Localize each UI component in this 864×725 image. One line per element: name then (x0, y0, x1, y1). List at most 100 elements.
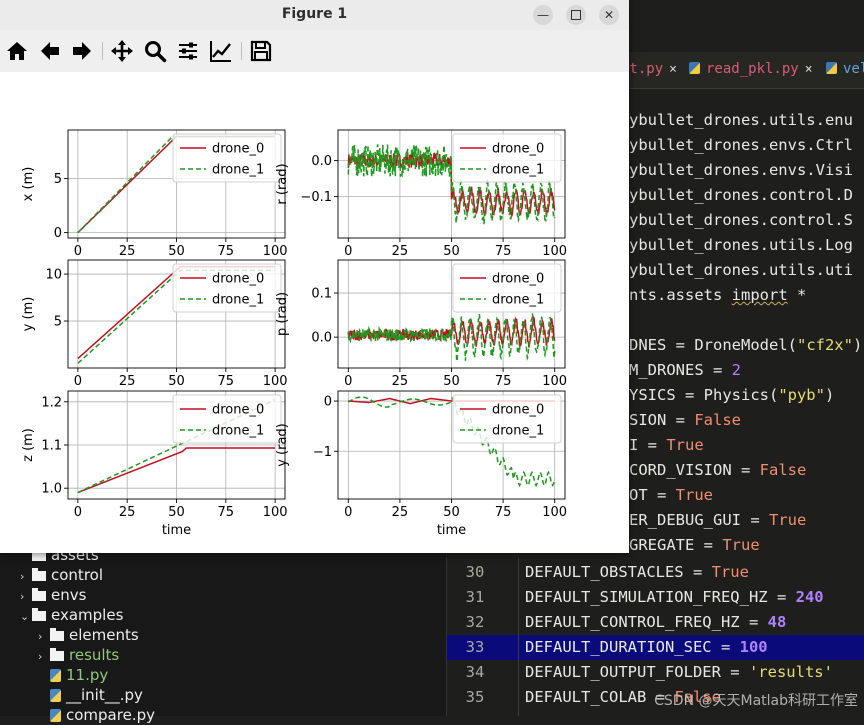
legend-label: drone_1 (212, 293, 264, 308)
code-line: ybullet_drones.control.D (629, 186, 853, 204)
legend: drone_0 drone_1 (452, 263, 562, 313)
forward-icon[interactable] (70, 39, 94, 63)
code-line: DEFAULT_OBSTACLES = True (525, 560, 749, 585)
y-tick-label: 5 (54, 172, 62, 187)
x-tick-label: 25 (392, 505, 409, 520)
x-tick-label: 0 (74, 244, 82, 259)
code-line: DEFAULT_DURATION_SEC = 100 (525, 635, 768, 660)
file-tree-label: envs (51, 586, 87, 604)
code-name: DEFAULT_OBSTACLES = (525, 563, 712, 581)
code-keyword: import (731, 286, 788, 304)
subplot-4: 0 25 50 75 100 0.0 0.1 p (rad) drone_0 drone_1 (275, 259, 567, 389)
folder-icon (50, 648, 64, 661)
file-tree-item[interactable]: 11.py (38, 665, 108, 685)
maximize-button[interactable] (566, 5, 586, 25)
figure-window: Figure 1 — ✕ 0 25 50 75 100 0 5 x (m) dr… (0, 0, 629, 553)
subplot-grid[interactable]: 0 25 50 75 10005x (m)drone_0drone_10 25 50 75 10… (0, 72, 629, 553)
file-tree-item[interactable]: __init__.py (38, 685, 143, 705)
line-number: 32 (465, 613, 485, 631)
back-icon[interactable] (38, 39, 62, 63)
toolbar-separator (241, 42, 242, 60)
tab-label: read_pkl.py (706, 61, 799, 77)
edit-axes-icon[interactable] (209, 39, 233, 63)
figure-canvas[interactable]: 0 25 50 75 100 0 5 x (m) drone_0 drone_1 0 25 50 75 10… (0, 72, 629, 553)
file-tree-item[interactable]: › results (38, 645, 119, 665)
home-icon[interactable] (5, 39, 29, 63)
chevron-icon: › (38, 630, 43, 643)
window-titlebar[interactable]: Figure 1 — ✕ (0, 0, 629, 30)
x-tick-label: 75 (495, 505, 512, 520)
code-value: "pyb" (778, 386, 825, 404)
code-line: ybullet_drones.envs.Visi (629, 161, 853, 179)
y-tick-label: 0 (324, 395, 332, 410)
code-value: True (666, 436, 704, 454)
code-line: DNES = DroneModel("cf2x") (629, 333, 862, 358)
editor-tab-read-pkl[interactable]: read_pkl.py × (689, 61, 813, 77)
chevron-icon: › (38, 650, 43, 663)
editor-tab-st[interactable]: st.py × (621, 61, 677, 77)
code-value: True (711, 563, 749, 581)
code-value: 'results' (748, 663, 833, 681)
code-value: False (759, 461, 807, 479)
x-tick-label: 100 (263, 374, 288, 389)
python-file-icon (689, 62, 700, 74)
code-name: DEFAULT_DURATION_SEC = (525, 638, 740, 656)
y-axis-label: r (rad) (275, 163, 290, 204)
code-name: M_DRONES = (629, 361, 732, 379)
y-tick-label: 5 (54, 315, 62, 330)
x-tick-label: 100 (542, 505, 567, 520)
code-line: I = True (629, 433, 704, 458)
line-number: 34 (465, 663, 485, 681)
code-text: nts.assets (629, 286, 732, 304)
code-line: ybullet_drones.utils.uti (629, 261, 853, 279)
chevron-icon: ⌄ (20, 610, 30, 623)
file-tree-item[interactable]: › elements (38, 625, 139, 645)
legend-label: drone_0 (492, 272, 544, 287)
tab-close-icon[interactable]: × (669, 62, 677, 77)
configure-subplots-icon[interactable] (176, 39, 200, 63)
y-tick-label: 1.0 (41, 482, 62, 497)
minimize-icon: — (537, 8, 549, 22)
y-axis-label: y (rad) (275, 423, 290, 467)
code-line: nts.assets import * (629, 283, 806, 308)
code-line: YSICS = Physics("pyb") (629, 383, 834, 408)
y-axis-label: p (rad) (275, 292, 290, 336)
pan-icon[interactable] (110, 39, 134, 63)
file-tree-item[interactable]: › envs (20, 585, 86, 605)
code-value: 48 (767, 613, 787, 631)
x-tick-label: 75 (218, 244, 235, 259)
x-tick-label: 100 (542, 244, 567, 259)
legend-label: drone_1 (212, 424, 264, 439)
code-value: "cf2x" (796, 336, 853, 354)
save-icon[interactable] (249, 39, 273, 63)
y-tick-label: −1 (313, 445, 332, 460)
python-file-icon (826, 62, 837, 74)
file-tree-label: compare.py (66, 706, 155, 724)
x-tick-label: 50 (443, 374, 460, 389)
x-tick-label: 25 (392, 244, 409, 259)
code-text: * (787, 286, 807, 304)
file-tree-item[interactable]: › control (20, 565, 103, 585)
zoom-icon[interactable] (143, 39, 167, 63)
x-tick-label: 0 (344, 374, 352, 389)
close-button[interactable]: ✕ (599, 5, 619, 25)
code-name: OT = (629, 486, 676, 504)
x-tick-label: 25 (119, 244, 136, 259)
code-line: DEFAULT_OUTPUT_FOLDER = 'results' (525, 660, 833, 685)
editor-tab-vel[interactable]: vel (826, 61, 864, 77)
code-name: GREGATE = (629, 536, 723, 554)
folder-icon (32, 588, 46, 601)
file-tree-item[interactable]: compare.py (38, 705, 155, 725)
legend-label: drone_0 (492, 403, 544, 418)
minimize-button[interactable]: — (533, 5, 553, 25)
chevron-icon: › (20, 590, 25, 603)
x-tick-label: 25 (392, 374, 409, 389)
code-line: ER_DEBUG_GUI = True (629, 508, 806, 533)
subplot-3: 0 25 50 75 100 5 10 y (m) drone_0 drone_1 (21, 259, 288, 389)
x-tick-label: 75 (218, 374, 235, 389)
file-tree-item[interactable]: ⌄ examples (20, 605, 123, 625)
python-file-icon (50, 689, 61, 702)
file-tree-label: __init__.py (66, 686, 143, 704)
x-tick-label: 0 (344, 505, 352, 520)
tab-close-icon[interactable]: × (805, 62, 813, 77)
